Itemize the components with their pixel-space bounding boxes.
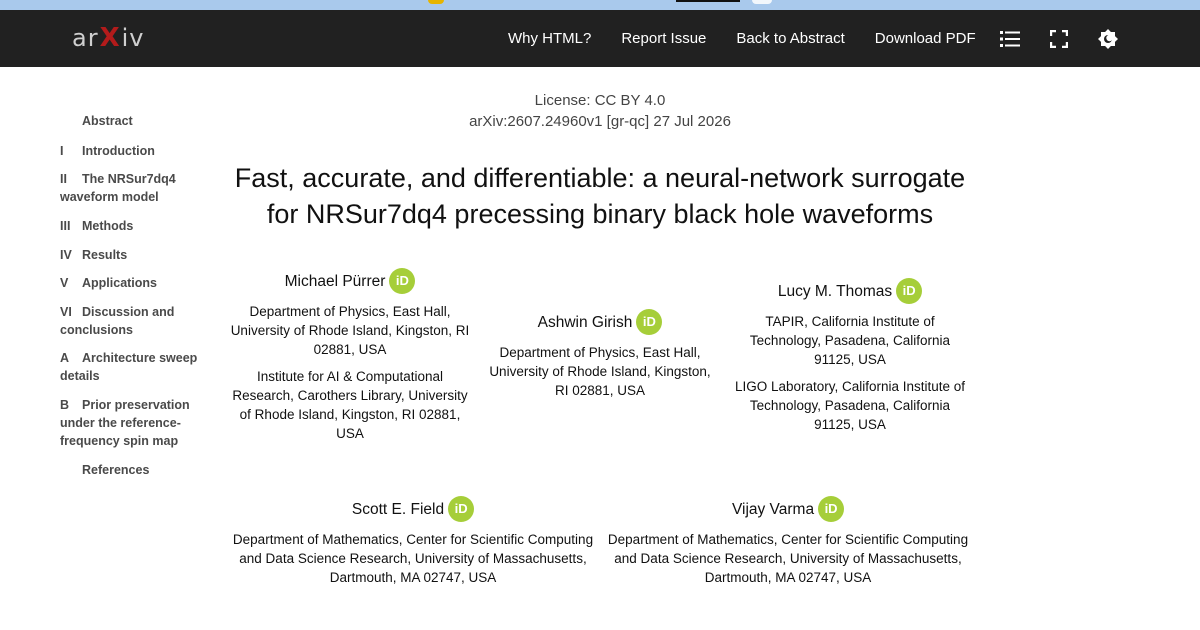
toc-item-references[interactable]: References bbox=[60, 461, 210, 479]
notification-button bbox=[752, 0, 772, 4]
toc-item-architecture-sweep[interactable]: A Architecture sweep details bbox=[60, 349, 210, 385]
toc-item-prior-preservation[interactable]: B Prior preservation under the reference-… bbox=[60, 396, 210, 450]
orcid-icon[interactable]: iD bbox=[818, 496, 845, 522]
orcid-icon[interactable]: iD bbox=[448, 496, 475, 522]
title-line-2: for NRSur7dq4 precessing binary black ho… bbox=[266, 199, 934, 229]
toc-label: Applications bbox=[82, 276, 158, 290]
toc-number: V bbox=[60, 276, 69, 290]
toc-number: III bbox=[60, 219, 71, 233]
affiliation: Department of Physics, East Hall, Univer… bbox=[489, 345, 711, 398]
notification-link-underline bbox=[676, 0, 740, 2]
author-block: Vijay Varma iD Department of Mathematics… bbox=[605, 496, 971, 587]
arxiv-identifier: arXiv:2607.24960v1 [gr-qc] 27 Jul 2026 bbox=[469, 113, 731, 130]
toc-number: II bbox=[60, 172, 67, 186]
toc-number: VI bbox=[60, 305, 72, 319]
orcid-icon[interactable]: iD bbox=[389, 268, 416, 294]
list-icon[interactable] bbox=[999, 28, 1021, 50]
author-block: Scott E. Field iD Department of Mathemat… bbox=[230, 496, 596, 587]
arxiv-logo[interactable]: ar Xiv bbox=[72, 22, 145, 54]
paper-title: Fast, accurate, and differentiable: a ne… bbox=[220, 160, 980, 232]
author-name-text: Vijay Varma bbox=[731, 500, 815, 518]
author-name: Lucy M. Thomas iD bbox=[777, 278, 923, 304]
author-block: Ashwin Girish iD Department of Physics, … bbox=[485, 309, 715, 400]
affiliation: LIGO Laboratory, California Institute of… bbox=[734, 379, 966, 432]
author-name: Ashwin Girish iD bbox=[538, 309, 663, 335]
toc-item-results[interactable]: IV Results bbox=[60, 246, 210, 264]
download-pdf-link[interactable]: Download PDF bbox=[875, 30, 976, 47]
author-name-text: Ashwin Girish bbox=[537, 313, 633, 331]
toc-item-waveform-model[interactable]: II The NRSur7dq4 waveform model bbox=[60, 170, 210, 206]
affiliation: Department of Physics, East Hall, Univer… bbox=[230, 304, 470, 357]
author-name: Vijay Varma iD bbox=[731, 496, 845, 522]
logo-suffix: iv bbox=[121, 24, 145, 52]
author-name-text: Lucy M. Thomas bbox=[777, 282, 893, 300]
toc-label: References bbox=[82, 463, 150, 477]
paper-meta: License: CC BY 4.0 arXiv:2607.24960v1 [g… bbox=[400, 90, 800, 132]
author-name: Scott E. Field iD bbox=[351, 496, 475, 522]
toc-label: Introduction bbox=[82, 144, 155, 158]
toc-number: I bbox=[60, 144, 64, 158]
toc-item-methods[interactable]: III Methods bbox=[60, 217, 210, 235]
affiliation: TAPIR, California Institute of Technolog… bbox=[749, 314, 951, 367]
author-block: Lucy M. Thomas iD TAPIR, California Inst… bbox=[730, 278, 970, 434]
theme-toggle-icon[interactable] bbox=[1097, 28, 1119, 50]
toc-label: Results bbox=[82, 248, 128, 262]
orcid-icon[interactable]: iD bbox=[636, 309, 663, 335]
toc-number: A bbox=[60, 351, 70, 365]
toc-item-applications[interactable]: V Applications bbox=[60, 274, 210, 292]
report-issue-link[interactable]: Report Issue bbox=[621, 30, 706, 47]
fullscreen-icon[interactable] bbox=[1048, 28, 1070, 50]
toc-item-abstract[interactable]: Abstract bbox=[60, 112, 210, 130]
browser-notification-strip bbox=[0, 0, 1200, 10]
affiliation: Department of Mathematics, Center for Sc… bbox=[607, 532, 969, 585]
author-name-text: Michael Pürrer bbox=[284, 272, 386, 290]
toc-number: B bbox=[60, 398, 70, 412]
toc-label: Methods bbox=[82, 219, 134, 233]
affiliation: Department of Mathematics, Center for Sc… bbox=[232, 532, 594, 585]
logo-x: X bbox=[99, 23, 121, 53]
toc-item-discussion[interactable]: VI Discussion and conclusions bbox=[60, 303, 210, 339]
author-name: Michael Pürrer iD bbox=[285, 268, 416, 294]
notification-icon bbox=[428, 0, 444, 4]
orcid-icon[interactable]: iD bbox=[896, 278, 923, 304]
author-block: Michael Pürrer iD Department of Physics,… bbox=[230, 268, 470, 443]
toc-item-introduction[interactable]: I Introduction bbox=[60, 142, 210, 160]
title-line-1: Fast, accurate, and differentiable: a ne… bbox=[234, 163, 966, 193]
author-name-text: Scott E. Field bbox=[351, 500, 445, 518]
back-to-abstract-link[interactable]: Back to Abstract bbox=[736, 30, 844, 47]
toc-number: IV bbox=[60, 248, 72, 262]
affiliation: Institute for AI & Computational Researc… bbox=[232, 369, 468, 441]
toc-label: Abstract bbox=[82, 114, 133, 128]
why-html-link[interactable]: Why HTML? bbox=[508, 30, 591, 47]
header-nav: Why HTML? Report Issue Back to Abstract … bbox=[508, 10, 1006, 67]
license-text: License: CC BY 4.0 bbox=[534, 92, 666, 109]
header-bar: ar Xiv Why HTML? Report Issue Back to Abs… bbox=[0, 10, 1200, 67]
logo-prefix: ar bbox=[72, 24, 99, 52]
